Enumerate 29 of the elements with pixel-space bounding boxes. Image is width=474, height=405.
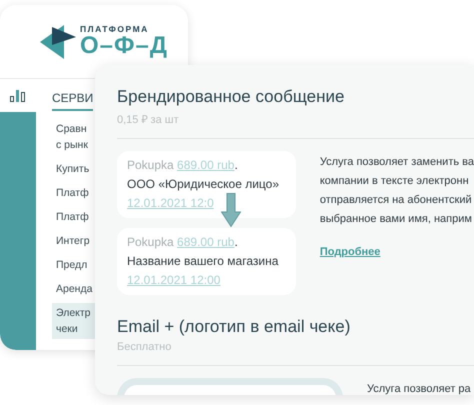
description-line: Услуга позволяет ра (367, 382, 471, 395)
section-title: Брендированное сообщение (117, 87, 346, 107)
price-text: Бесплатно (117, 341, 172, 353)
logo-icon (40, 24, 76, 58)
description-line: выбранное вами имя, наприм (320, 212, 473, 227)
description-line: отправляется на абонентский (320, 193, 473, 208)
menu-item[interactable]: Интегр (52, 231, 94, 251)
punctuation: . (234, 158, 238, 172)
menu-item[interactable]: Сравн с рынк (52, 119, 92, 155)
description-line: компании в тексте электронн (320, 174, 470, 189)
nav-tab[interactable]: СЕРВИ (52, 87, 94, 111)
message-label: Pokupka (127, 158, 174, 172)
menu-item[interactable]: Купить (52, 159, 94, 179)
punctuation: . (234, 235, 238, 249)
menu-item[interactable]: Аренда (52, 279, 96, 299)
logo-wordmark: О–Ф–Д (80, 34, 168, 58)
description-line: Услуга позволяет заменить ва (320, 155, 474, 170)
message-label: Pokupka (127, 235, 174, 249)
price-text: 0,15 ₽ за шт (117, 113, 180, 126)
sender-name: ООО «Юридическое лицо» (127, 177, 279, 191)
sender-name: Название вашего магазина (127, 254, 278, 268)
menu-item[interactable]: Предл (52, 255, 92, 275)
down-arrow-icon (221, 193, 241, 227)
menu-item[interactable]: Платф (52, 183, 93, 203)
section-title: Email + (логотип в email чеке) (117, 317, 352, 337)
chart-icon[interactable] (10, 90, 26, 102)
menu-item[interactable]: Электр чеки (52, 303, 95, 339)
menu-item[interactable]: Платф (52, 207, 93, 227)
logo-text: ПЛАТФОРМА (80, 25, 150, 34)
